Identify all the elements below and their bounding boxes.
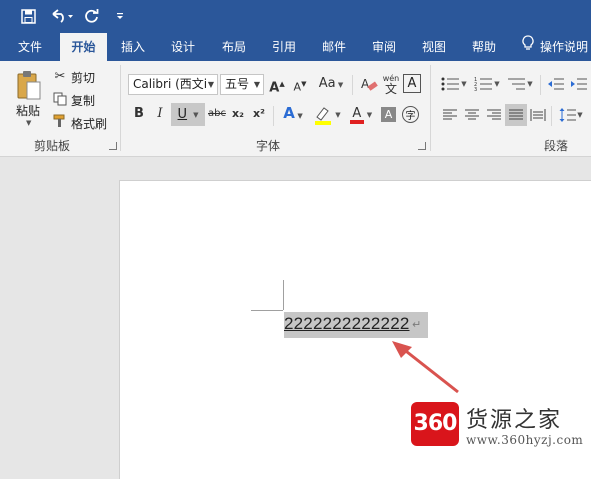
tab-file[interactable]: 文件 xyxy=(10,33,50,61)
bold-icon[interactable]: B xyxy=(132,104,146,124)
chevron-down-icon: ▼ xyxy=(253,80,260,89)
clear-formatting-icon[interactable]: A xyxy=(359,74,379,94)
margin-marker-horizontal xyxy=(251,310,283,311)
chevron-down-icon: ▼ xyxy=(207,80,214,89)
format-painter-icon[interactable] xyxy=(52,113,68,129)
save-icon[interactable] xyxy=(18,6,38,26)
tab-references[interactable]: 引用 xyxy=(264,33,304,61)
group-divider xyxy=(120,65,121,151)
paste-icon[interactable] xyxy=(14,69,44,103)
divider xyxy=(273,106,274,126)
align-center-icon[interactable] xyxy=(462,105,482,125)
text-effects-icon[interactable]: A ▼ xyxy=(281,103,305,126)
font-size-value: 五号 xyxy=(225,77,250,91)
tab-review[interactable]: 审阅 xyxy=(364,33,404,61)
justify-icon[interactable] xyxy=(505,104,527,126)
undo-icon[interactable] xyxy=(48,6,76,26)
font-color-icon[interactable]: A ▼ xyxy=(346,105,376,125)
align-right-icon[interactable] xyxy=(484,105,504,125)
document-text[interactable]: 2222222222222 xyxy=(284,314,410,334)
underline-icon: U xyxy=(177,107,188,122)
lightbulb-icon xyxy=(522,33,534,61)
align-left-icon[interactable] xyxy=(440,105,460,125)
tell-me-label: 操作说明 xyxy=(540,40,589,54)
paste-dropdown-icon[interactable]: ▼ xyxy=(26,119,31,127)
change-case-icon[interactable]: Aa ▼ xyxy=(316,74,346,95)
svg-text:3: 3 xyxy=(474,87,477,92)
divider xyxy=(352,75,353,95)
annotation-arrow-icon xyxy=(392,341,459,394)
font-launcher-icon[interactable] xyxy=(418,142,426,150)
cut-label[interactable]: 剪切 xyxy=(71,69,95,86)
italic-icon[interactable]: I xyxy=(153,104,167,124)
chevron-down-icon: ▼ xyxy=(193,110,199,119)
line-spacing-icon[interactable]: ▼ xyxy=(556,105,586,125)
distributed-icon[interactable] xyxy=(528,105,548,125)
char-border-icon[interactable]: A xyxy=(403,74,421,93)
tab-design[interactable]: 设计 xyxy=(163,33,203,61)
subscript-icon[interactable]: x₂ xyxy=(230,104,246,124)
format-painter-label[interactable]: 格式刷 xyxy=(71,115,107,132)
copy-label[interactable]: 复制 xyxy=(71,92,95,109)
clipboard-group-label: 剪贴板 xyxy=(34,139,71,153)
tell-me-search[interactable]: 操作说明 xyxy=(522,33,591,61)
bullets-icon[interactable]: ▼ xyxy=(440,74,468,94)
tab-insert[interactable]: 插入 xyxy=(113,33,153,61)
divider xyxy=(540,75,541,95)
font-name-dropdown[interactable]: Calibri (西文i ▼ xyxy=(128,74,218,95)
tab-view[interactable]: 视图 xyxy=(414,33,454,61)
underline-button[interactable]: U ▼ xyxy=(171,103,205,126)
scissors-icon[interactable]: ✂ xyxy=(52,67,68,87)
enclose-characters-icon[interactable]: 字 xyxy=(402,106,419,123)
copy-icon[interactable] xyxy=(52,91,68,107)
font-name-value: Calibri (西文i xyxy=(133,77,208,91)
tab-home[interactable]: 开始 xyxy=(60,33,107,61)
group-divider xyxy=(430,65,431,151)
clipboard-launcher-icon[interactable] xyxy=(109,142,117,150)
tab-help[interactable]: 帮助 xyxy=(464,33,504,61)
redo-icon[interactable] xyxy=(82,6,102,26)
multilevel-list-icon[interactable]: ▼ xyxy=(506,74,534,94)
grow-font-icon[interactable]: A▲ xyxy=(268,74,286,98)
superscript-icon[interactable]: x² xyxy=(251,104,267,124)
decrease-indent-icon[interactable] xyxy=(546,74,566,94)
char-shading-icon[interactable]: A xyxy=(381,107,396,122)
customize-icon[interactable] xyxy=(112,6,128,26)
increase-indent-icon[interactable] xyxy=(569,74,589,94)
watermark-title: 货源之家 xyxy=(466,408,563,433)
paste-label[interactable]: 粘贴 xyxy=(16,102,40,119)
shrink-font-icon[interactable]: A▼ xyxy=(291,74,309,98)
title-bar xyxy=(0,0,591,33)
numbering-icon[interactable]: 123 ▼ xyxy=(473,74,501,94)
phonetic-guide-icon[interactable]: wén 文 xyxy=(381,73,401,95)
ribbon: 粘贴 ▼ ✂ 剪切 复制 格式刷 剪贴板 Calibri (西文i ▼ 五号 ▼… xyxy=(0,61,591,157)
font-size-dropdown[interactable]: 五号 ▼ xyxy=(220,74,264,95)
margin-marker-vertical xyxy=(283,280,284,310)
watermark-logo: 360 xyxy=(411,402,459,446)
divider xyxy=(551,106,552,126)
tab-mailings[interactable]: 邮件 xyxy=(314,33,354,61)
strikethrough-icon[interactable]: abc xyxy=(207,104,227,124)
watermark-url: www.360hyzj.com xyxy=(466,433,584,447)
paragraph-group-label: 段落 xyxy=(544,139,569,153)
svg-text:A: A xyxy=(361,77,370,91)
ribbon-tabs: 文件 开始 插入 设计 布局 引用 邮件 审阅 视图 帮助 操作说明 xyxy=(0,33,591,61)
paragraph-mark: ↵ xyxy=(412,318,422,331)
font-group-label: 字体 xyxy=(256,139,281,153)
tab-layout[interactable]: 布局 xyxy=(214,33,254,61)
highlight-icon[interactable]: ▼ xyxy=(311,105,343,125)
